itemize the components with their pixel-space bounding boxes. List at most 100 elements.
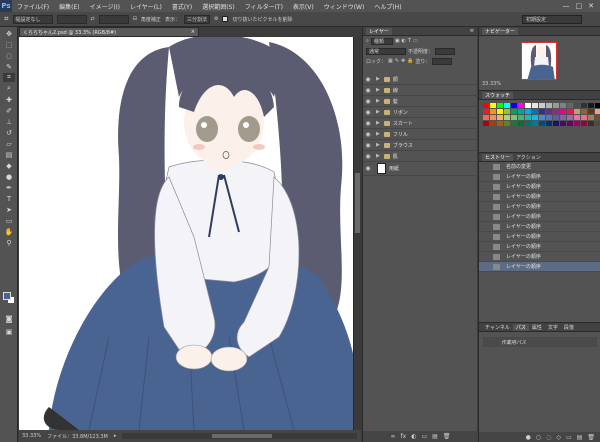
expand-triangle-icon[interactable]: ▶ — [376, 153, 380, 159]
color-swatch[interactable] — [588, 115, 594, 120]
blend-mode-select[interactable]: 通常 — [366, 47, 406, 55]
stamp-tool-icon[interactable]: ⊥ — [3, 117, 15, 126]
color-swatch[interactable] — [511, 109, 517, 114]
color-swatch[interactable] — [560, 103, 566, 108]
layer-row-skin[interactable]: ◉ ▶ 肌 — [363, 151, 478, 162]
visibility-eye-icon[interactable]: ◉ — [363, 98, 373, 105]
visibility-eye-icon[interactable]: ◉ — [363, 87, 373, 94]
gradient-tool-icon[interactable]: ▤ — [3, 150, 15, 159]
filter-adjust-icon[interactable]: ◐ — [402, 38, 406, 44]
brush-tool-icon[interactable]: ✐ — [3, 106, 15, 115]
color-swatch[interactable] — [553, 121, 559, 126]
layer-row-line[interactable]: ◉ ▶ 線 — [363, 85, 478, 96]
layer-row-face[interactable]: ◉ ▶ 顔 — [363, 74, 478, 85]
vertical-scrollbar[interactable] — [354, 37, 361, 430]
filter-type-icon[interactable]: T — [408, 38, 411, 44]
visibility-eye-icon[interactable]: ◉ — [363, 131, 373, 138]
history-brush-tool-icon[interactable]: ↺ — [3, 128, 15, 137]
blur-tool-icon[interactable]: ◆ — [3, 161, 15, 170]
overlay-select[interactable]: 三分割法 — [183, 14, 210, 24]
color-swatch[interactable] — [518, 115, 524, 120]
zoom-tool-icon[interactable]: ⚲ — [3, 238, 15, 247]
history-item[interactable]: レイヤーの順序 — [479, 232, 600, 242]
color-swatch[interactable] — [581, 115, 587, 120]
foreground-color-swatch[interactable] — [3, 292, 11, 300]
color-swatch[interactable] — [490, 103, 496, 108]
move-tool-icon[interactable]: ✥ — [3, 29, 15, 38]
delete-pixels-checkbox[interactable] — [222, 16, 229, 22]
canvas[interactable] — [19, 37, 359, 430]
filter-icon[interactable]: ⌕ — [366, 38, 369, 44]
color-swatch[interactable] — [483, 103, 489, 108]
color-swatch[interactable] — [490, 109, 496, 114]
visibility-eye-icon[interactable]: ◉ — [363, 109, 373, 116]
history-item[interactable]: レイヤーの順序 — [479, 252, 600, 262]
history-item[interactable]: レイヤーの順序 — [479, 192, 600, 202]
eyedropper-tool-icon[interactable]: ⌕ — [3, 84, 15, 93]
dodge-tool-icon[interactable]: ● — [3, 172, 15, 181]
color-swatch[interactable] — [581, 121, 587, 126]
horizontal-scroll-thumb[interactable] — [212, 434, 273, 438]
tab-history[interactable]: ヒストリー — [482, 153, 514, 161]
fill-path-icon[interactable]: ● — [526, 434, 531, 441]
eraser-tool-icon[interactable]: ▱ — [3, 139, 15, 148]
expand-triangle-icon[interactable]: ▶ — [376, 87, 380, 93]
color-swatch[interactable] — [574, 121, 580, 126]
crop-tool-icon[interactable]: ⌗ — [3, 73, 15, 82]
tab-properties[interactable]: 属性 — [529, 324, 545, 331]
add-mask-icon[interactable]: ▭ — [566, 434, 572, 441]
swap-icon[interactable]: ⇄ — [91, 16, 95, 22]
color-swatch[interactable] — [525, 109, 531, 114]
color-swatch[interactable] — [595, 121, 600, 126]
layer-kind-select[interactable]: 種類 — [370, 37, 393, 45]
color-swatch[interactable] — [511, 115, 517, 120]
filter-shape-icon[interactable]: ▭ — [413, 38, 418, 44]
trash-icon[interactable]: 🗑 — [587, 434, 595, 441]
color-swatch[interactable] — [539, 115, 545, 120]
tab-paths[interactable]: パス — [512, 323, 529, 331]
pen-tool-icon[interactable]: ✒ — [3, 183, 15, 192]
color-swatch[interactable] — [539, 103, 545, 108]
color-swatch[interactable] — [504, 121, 510, 126]
vertical-scroll-thumb[interactable] — [355, 173, 360, 233]
color-swatch[interactable] — [553, 115, 559, 120]
color-swatch[interactable] — [525, 115, 531, 120]
tab-layers[interactable]: レイヤー — [366, 27, 392, 35]
menu-help[interactable]: ヘルプ(H) — [369, 2, 406, 11]
color-swatch[interactable] — [546, 109, 552, 114]
path-select-tool-icon[interactable]: ➤ — [3, 205, 15, 214]
color-swatch[interactable] — [546, 103, 552, 108]
hand-tool-icon[interactable]: ✋ — [3, 227, 15, 236]
expand-triangle-icon[interactable]: ▶ — [376, 76, 380, 82]
color-swatch[interactable] — [497, 115, 503, 120]
color-swatch[interactable] — [560, 121, 566, 126]
menu-view[interactable]: 表示(V) — [288, 2, 319, 11]
width-field[interactable] — [56, 14, 87, 24]
color-swatch[interactable] — [483, 115, 489, 120]
lock-all-icon[interactable]: 🔒 — [407, 58, 413, 64]
color-swatch[interactable] — [546, 115, 552, 120]
color-swatch[interactable] — [525, 103, 531, 108]
lock-paint-icon[interactable]: ✎ — [395, 58, 399, 64]
tab-actions[interactable]: アクション — [513, 154, 544, 161]
menu-window[interactable]: ウィンドウ(W) — [319, 2, 370, 11]
layer-row-skirt[interactable]: ◉ ▶ スカート — [363, 118, 478, 129]
layer-row-ribbon[interactable]: ◉ ▶ リボン — [363, 107, 478, 118]
color-swatch[interactable] — [567, 103, 573, 108]
quick-select-tool-icon[interactable]: ✎ — [3, 62, 15, 71]
color-swatch[interactable] — [518, 121, 524, 126]
new-group-icon[interactable]: ▭ — [421, 433, 427, 440]
color-swatch[interactable] — [588, 109, 594, 114]
shape-tool-icon[interactable]: ▭ — [3, 216, 15, 225]
menu-edit[interactable]: 編集(E) — [54, 2, 84, 11]
maximize-icon[interactable]: □ — [576, 2, 583, 10]
color-swatch[interactable] — [574, 103, 580, 108]
color-swatch[interactable] — [553, 109, 559, 114]
fill-field[interactable] — [432, 57, 453, 65]
menu-filter[interactable]: フィルター(T) — [240, 2, 288, 11]
minimize-icon[interactable]: — — [563, 2, 570, 10]
file-info[interactable]: ファイル：33.8M/123.3M — [47, 433, 108, 440]
color-swatch[interactable] — [504, 103, 510, 108]
color-swatch[interactable] — [497, 103, 503, 108]
color-swatch[interactable] — [539, 121, 545, 126]
